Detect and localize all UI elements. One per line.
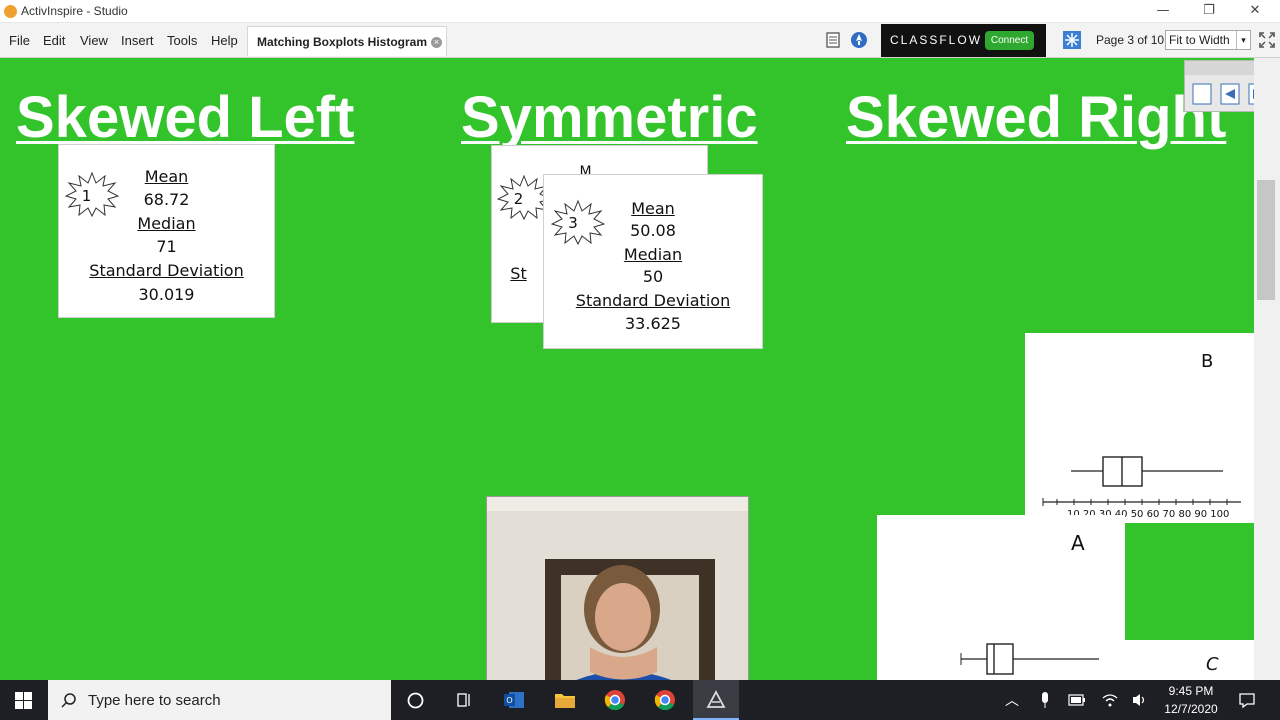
boxplot-label-a: A [1071,531,1085,555]
windows-taskbar: Type here to search O ︿ 9:45 PM 12/7/202… [0,680,1280,720]
document-tab[interactable]: Matching Boxplots Histogram × [247,26,447,56]
menu-help[interactable]: Help [211,33,238,48]
axis-tick-label: 70 [1162,509,1176,520]
mean-value: 68.72 [143,190,190,209]
chevron-down-icon[interactable]: ▾ [1236,31,1250,49]
notes-icon[interactable] [824,31,842,49]
sd-value: 30.019 [138,285,195,304]
menu-view[interactable]: View [80,33,108,48]
classflow-panel: CLASSFLOW Connect [881,24,1046,57]
zoom-select[interactable]: Fit to Width ▾ [1165,30,1251,50]
battery-icon[interactable] [1068,693,1086,707]
sd-label: Standard Deviation [575,291,731,310]
chrome-icon-2[interactable] [654,689,676,711]
heading-skewed-right[interactable]: Skewed Right [846,84,1226,151]
axis-tick-label: 90 [1194,509,1208,520]
svg-text:O: O [506,696,512,705]
activinspire-app-icon [4,5,17,18]
boxplot-card-b[interactable]: B 10 20 30 40 50 60 70 [1025,333,1254,523]
windows-start-icon[interactable] [15,692,32,709]
scrollbar-thumb[interactable] [1257,180,1275,300]
vertical-scrollbar[interactable] [1254,58,1280,680]
task-view-icon[interactable] [455,691,473,709]
taskbar-time[interactable]: 9:45 PM [1156,684,1226,698]
wifi-icon[interactable] [1101,692,1119,708]
maximize-button[interactable]: ❐ [1186,0,1232,23]
boxplot-label-b: B [1201,351,1214,372]
median-value: 50 [642,267,664,286]
median-value: 71 [156,237,177,256]
menu-bar: File Edit View Insert Tools Help Matchin… [0,23,1280,58]
webcam-presenter-image [487,497,748,693]
classflow-brand: CLASSFLOW [890,33,983,47]
median-label: Median [137,214,196,233]
cortana-icon[interactable] [407,692,424,709]
window-title: ActivInspire - Studio [21,4,128,18]
taskbar-search-box[interactable]: Type here to search [48,680,391,720]
microphone-icon[interactable] [1038,691,1052,709]
boxplot-card-a[interactable]: A [877,515,1125,680]
axis-tick-label: 60 [1146,509,1160,520]
menu-file[interactable]: File [9,33,30,48]
close-tab-icon[interactable]: × [431,37,442,48]
mean-label: Mean [631,199,675,218]
search-icon [61,693,76,708]
document-tab-label: Matching Boxplots Histogram [257,35,428,49]
zoom-select-value: Fit to Width [1169,33,1230,47]
boxplot-card-c[interactable]: C [1125,640,1254,680]
outlook-icon[interactable]: O [503,690,525,710]
volume-icon[interactable] [1131,692,1149,708]
notifications-icon[interactable] [1238,691,1256,709]
chevron-up-icon[interactable]: ︿ [1005,690,1019,710]
close-window-button[interactable]: ✕ [1232,0,1278,23]
sd-label: Standard Deviation [89,261,244,280]
window-titlebar: ActivInspire - Studio — ❐ ✕ [0,0,1280,23]
heading-symmetric[interactable]: Symmetric [461,84,758,151]
boxplot-a-graphic [960,643,1099,675]
search-placeholder: Type here to search [88,692,221,709]
menu-tools[interactable]: Tools [167,33,197,48]
rocket-icon[interactable] [850,31,868,49]
page-indicator: Page 3 of 10 [1096,33,1165,47]
mean-label: Mean [144,167,189,186]
stats-card-1[interactable]: 1 Mean 68.72 Median 71 Standard Deviatio… [58,144,275,318]
sd-value: 33.625 [625,314,681,333]
axis-tick-label: 80 [1178,509,1192,520]
median-label: Median [623,245,683,264]
heading-skewed-left[interactable]: Skewed Left [16,84,354,151]
chrome-icon[interactable] [604,689,626,711]
webcam-overlay [486,496,749,694]
mean-value: 50.08 [630,221,676,240]
classflow-connect-button[interactable]: Connect [985,31,1034,50]
fullscreen-icon[interactable] [1258,31,1276,49]
menu-edit[interactable]: Edit [43,33,65,48]
axis-tick-label: 50 [1130,509,1144,520]
activinspire-taskbar-button[interactable] [693,680,739,720]
activinspire-icon [706,690,726,708]
snowflake-tool-icon[interactable] [1063,31,1081,49]
file-explorer-icon[interactable] [554,690,576,710]
stats-card-3[interactable]: 3 Mean 50.08 Median 50 Standard Deviatio… [543,174,763,349]
axis-tick-label: 100 [1210,509,1230,520]
boxplot-label-c: C [1206,654,1219,675]
taskbar-date[interactable]: 12/7/2020 [1156,702,1226,716]
menu-insert[interactable]: Insert [121,33,154,48]
minimize-button[interactable]: — [1140,0,1186,23]
